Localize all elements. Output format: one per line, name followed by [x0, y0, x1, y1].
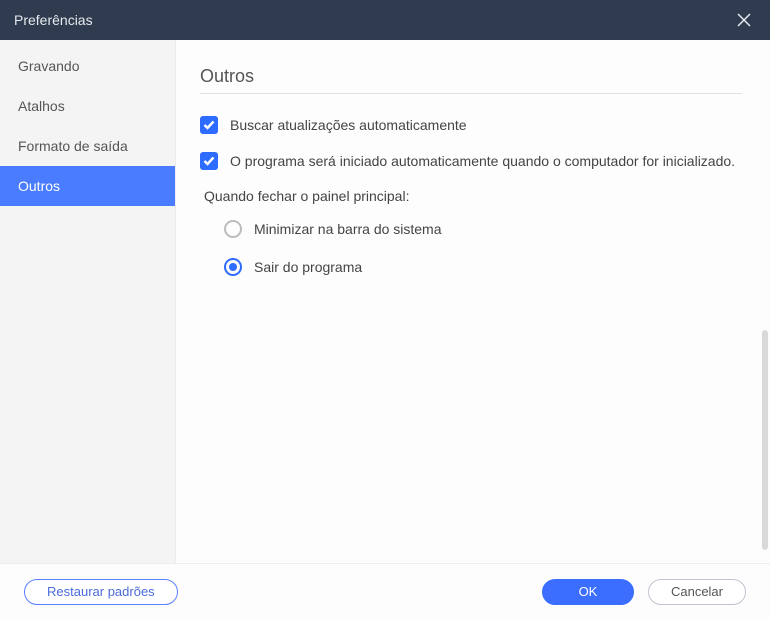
checkbox-label: Buscar atualizações automaticamente — [230, 116, 467, 134]
ok-button[interactable]: OK — [542, 579, 634, 605]
divider — [200, 93, 742, 94]
content-panel: Outros Buscar atualizações automaticamen… — [176, 40, 770, 563]
close-icon — [737, 13, 751, 27]
check-icon — [203, 120, 215, 130]
radio-exit[interactable] — [224, 258, 242, 276]
checkbox-autostart[interactable] — [200, 152, 218, 170]
checkbox-updates[interactable] — [200, 116, 218, 134]
restore-defaults-button[interactable]: Restaurar padrões — [24, 579, 178, 605]
button-label: Cancelar — [671, 584, 723, 599]
sidebar-item-label: Outros — [18, 178, 60, 194]
footer: Restaurar padrões OK Cancelar — [0, 563, 770, 619]
button-label: Restaurar padrões — [47, 584, 155, 599]
preferences-window: Preferências Gravando Atalhos Formato de… — [0, 0, 770, 619]
body: Gravando Atalhos Formato de saída Outros… — [0, 40, 770, 563]
sidebar: Gravando Atalhos Formato de saída Outros — [0, 40, 176, 563]
close-button[interactable] — [732, 8, 756, 32]
sidebar-item-atalhos[interactable]: Atalhos — [0, 86, 175, 126]
radio-label: Minimizar na barra do sistema — [254, 221, 442, 237]
button-label: OK — [579, 584, 598, 599]
sidebar-item-gravando[interactable]: Gravando — [0, 46, 175, 86]
close-panel-heading: Quando fechar o painel principal: — [204, 188, 742, 204]
sidebar-item-label: Gravando — [18, 58, 79, 74]
titlebar: Preferências — [0, 0, 770, 40]
radio-row-exit[interactable]: Sair do programa — [224, 258, 742, 276]
sidebar-item-label: Formato de saída — [18, 138, 128, 154]
checkbox-row-autostart[interactable]: O programa será iniciado automaticamente… — [200, 152, 742, 170]
scrollbar-thumb[interactable] — [762, 330, 768, 550]
radio-minimize[interactable] — [224, 220, 242, 238]
section-title: Outros — [200, 66, 742, 87]
sidebar-item-outros[interactable]: Outros — [0, 166, 175, 206]
check-icon — [203, 156, 215, 166]
checkbox-label: O programa será iniciado automaticamente… — [230, 152, 735, 170]
cancel-button[interactable]: Cancelar — [648, 579, 746, 605]
radio-row-minimize[interactable]: Minimizar na barra do sistema — [224, 220, 742, 238]
checkbox-row-updates[interactable]: Buscar atualizações automaticamente — [200, 116, 742, 134]
radio-label: Sair do programa — [254, 259, 362, 275]
window-title: Preferências — [14, 12, 93, 28]
sidebar-item-label: Atalhos — [18, 98, 65, 114]
sidebar-item-formato[interactable]: Formato de saída — [0, 126, 175, 166]
